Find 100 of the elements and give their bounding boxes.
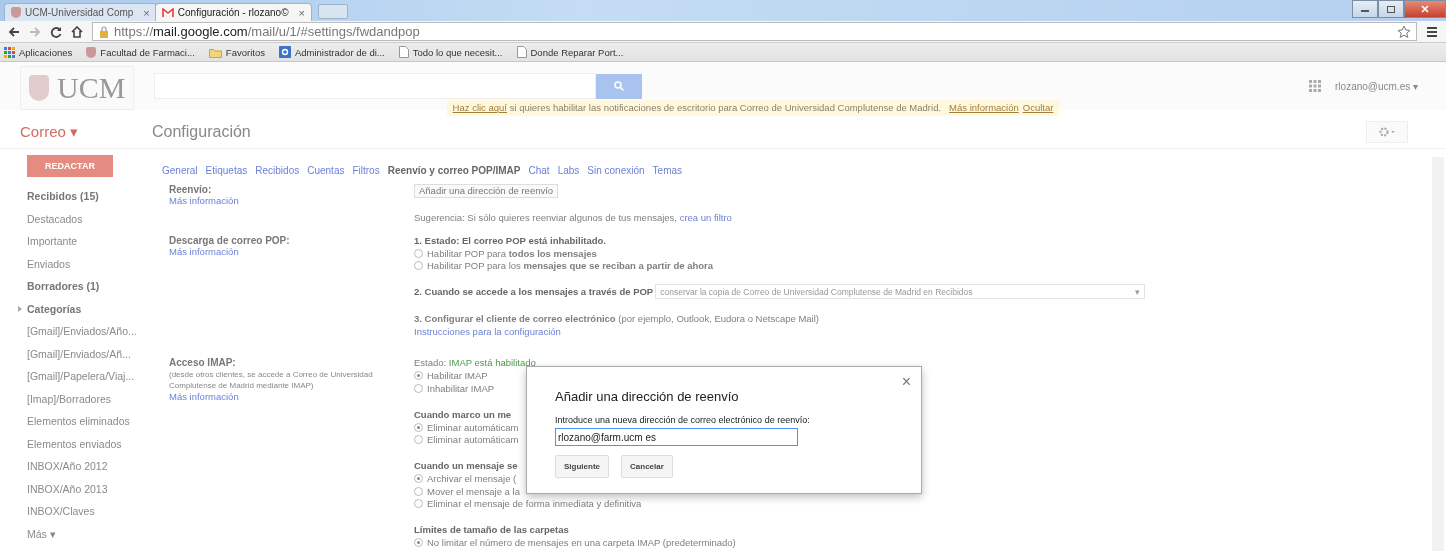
option-heading: Cuando marco un me [414, 408, 512, 421]
university-logo[interactable]: UCM [20, 66, 134, 110]
folder-item[interactable]: INBOX/Año 2013 [27, 477, 162, 500]
settings-tab[interactable]: Cuentas [307, 165, 345, 184]
folder-item[interactable]: Importante [27, 230, 162, 253]
app-menu[interactable]: Correo ▾ [20, 123, 152, 141]
option-heading: 2. Cuando se accede a los mensajes a través de POP [414, 286, 654, 297]
section-label: Reenvío: [169, 184, 213, 195]
account-menu[interactable]: rlozano@ucm.es ▾ [1335, 80, 1418, 92]
browser-tab[interactable]: Configuración - rlozano© × [154, 3, 312, 21]
setup-instructions-link[interactable]: Instrucciones para la configuración [414, 325, 1146, 338]
maximize-button[interactable] [1378, 0, 1404, 18]
close-icon[interactable]: × [298, 6, 305, 19]
apps-grid-icon [4, 46, 15, 58]
settings-tab[interactable]: Labs [557, 165, 580, 184]
new-tab-button[interactable] [318, 4, 348, 19]
folder-item[interactable]: Más ▾ [27, 522, 162, 545]
page-icon [398, 46, 409, 58]
folder-icon [208, 46, 222, 58]
settings-tab[interactable]: General [162, 165, 198, 184]
more-info-link[interactable]: Más información [169, 195, 414, 206]
section-label: Acceso IMAP: [169, 357, 237, 368]
settings-tab[interactable]: Temas [652, 165, 683, 184]
settings-tab[interactable]: Chat [528, 165, 550, 184]
folder-item[interactable]: [Gmail]/Enviados/Año... [27, 320, 162, 343]
bookmark[interactable]: Donde Reparar Port... [516, 46, 624, 58]
folder-item[interactable]: Elementos eliminados [27, 410, 162, 433]
section-description: (desde otros clientes, se accede a Correo de Universidad Complutense de Madrid mediante IMAP) [169, 369, 374, 392]
instruction-text: Sugerencia: Si sólo quieres reenviar algunos de tus mensajes, [414, 212, 678, 223]
settings-button[interactable] [1366, 121, 1408, 143]
folder-item[interactable]: Enviados [27, 252, 162, 275]
radio-label: Eliminar el mensaje de forma inmediata y definitiva [427, 498, 642, 510]
bookmark[interactable]: Todo lo que necesit... [398, 46, 503, 58]
page-icon [516, 46, 527, 58]
dialog-button[interactable]: Cancelar [621, 455, 673, 478]
settings-tab[interactable]: Filtros [352, 165, 380, 184]
address-bar[interactable]: https://mail.google.com/mail/u/1/#settings/fwdandpop [92, 22, 1417, 41]
radio-label: Habilitar IMAP [427, 370, 488, 382]
more-info-link[interactable]: Más información [169, 245, 414, 257]
search-icon [614, 81, 624, 91]
folder-item[interactable]: [Gmail]/Enviados/Añ... [27, 342, 162, 365]
compose-button[interactable]: REDACTAR [27, 155, 113, 177]
enable-notifications-link[interactable]: Haz clic aquí [452, 102, 507, 113]
page-title: Configuración [152, 123, 251, 141]
bookmark[interactable]: Administrador de di... [278, 46, 385, 58]
expand-arrow-icon[interactable] [18, 305, 22, 312]
folder-item[interactable]: Recibidos (15) [27, 185, 162, 208]
bookmark[interactable]: Aplicaciones [4, 46, 73, 58]
radio-label: Habilitar POP para todos los mensajes [427, 247, 597, 259]
lock-icon [98, 25, 110, 38]
close-icon [1420, 5, 1430, 13]
email-input-field[interactable]: rlozano@farm.ucm es [555, 428, 798, 446]
close-button[interactable] [1404, 0, 1446, 18]
menu-icon[interactable] [1426, 25, 1438, 38]
pop-action-dropdown[interactable]: conservar la copia de Correo de Universidad Complutense de Madrid en Recibidos ▾ [655, 284, 1146, 299]
search-button[interactable] [596, 73, 642, 99]
status-label: Estado: [414, 357, 448, 368]
home-icon[interactable] [71, 25, 83, 38]
more-info-link[interactable]: Más información [949, 102, 1019, 113]
folder-item[interactable]: Destacados [27, 207, 162, 230]
folder-item[interactable]: [Imap]/Borradores [27, 387, 162, 410]
folder-item[interactable]: Elementos enviados [27, 432, 162, 455]
dialog-title: Añadir una dirección de reenvío [555, 389, 740, 404]
add-address-button[interactable]: Añadir una dirección de reenvío [414, 184, 559, 198]
radio-label: Habilitar POP para los mensajes que se reciban a partir de ahora [427, 260, 713, 272]
browser-tab[interactable]: UCM-Universidad Comp × [4, 3, 157, 21]
more-info-link[interactable]: Más información [169, 391, 414, 403]
settings-tab[interactable]: Etiquetas [205, 165, 248, 184]
folder-item[interactable]: [Gmail]/Papelera/Viaj... [27, 365, 162, 388]
field-label: Introduce una nueva dirección de correo electrónico de reenvío: [555, 415, 811, 425]
bookmark[interactable]: Facultad de Farmaci... [86, 46, 195, 58]
bookmark[interactable]: Favoritos [208, 46, 265, 58]
star-icon[interactable] [1397, 24, 1411, 39]
forward-icon[interactable] [29, 25, 41, 38]
minimize-button[interactable] [1352, 0, 1378, 18]
folder-item[interactable]: Borradores (1) [27, 275, 162, 298]
settings-tab[interactable]: Recibidos [255, 165, 300, 184]
close-icon[interactable]: × [143, 6, 150, 19]
dialog-button[interactable]: Siguiente [555, 455, 609, 478]
settings-tab[interactable]: Sin conexión [587, 165, 645, 184]
search-field[interactable] [154, 73, 596, 99]
mail-icon [161, 7, 174, 18]
back-icon[interactable] [8, 25, 20, 38]
option-heading: 1. Estado: El correo POP está inhabilitado. [414, 234, 606, 247]
folder-item[interactable]: INBOX/Año 2012 [27, 455, 162, 478]
radio-label: Eliminar automáticam [427, 421, 519, 433]
settings-tab[interactable]: Reenvío y correo POP/IMAP [387, 165, 521, 184]
radio-label: Eliminar automáticam [427, 434, 519, 446]
hide-link[interactable]: Ocultar [1022, 102, 1054, 113]
banner-text: si quieres habilitar las notificaciones de escritorio para Correo de Universidad Complutense de Madrid. [508, 102, 942, 113]
close-icon[interactable]: × [901, 373, 911, 391]
settings-icon [1378, 126, 1396, 138]
apps-grid-icon[interactable] [1309, 80, 1322, 92]
folder-item[interactable]: INBOX/Claves [27, 500, 162, 523]
option-heading: Cuando un mensaje se [414, 460, 518, 473]
status-value: IMAP está habilitado [448, 357, 536, 368]
folder-item[interactable]: Categorías [27, 297, 162, 320]
create-filter-link[interactable]: crea un filtro [679, 212, 732, 223]
crest-icon [11, 7, 21, 18]
reload-icon[interactable] [50, 25, 62, 38]
